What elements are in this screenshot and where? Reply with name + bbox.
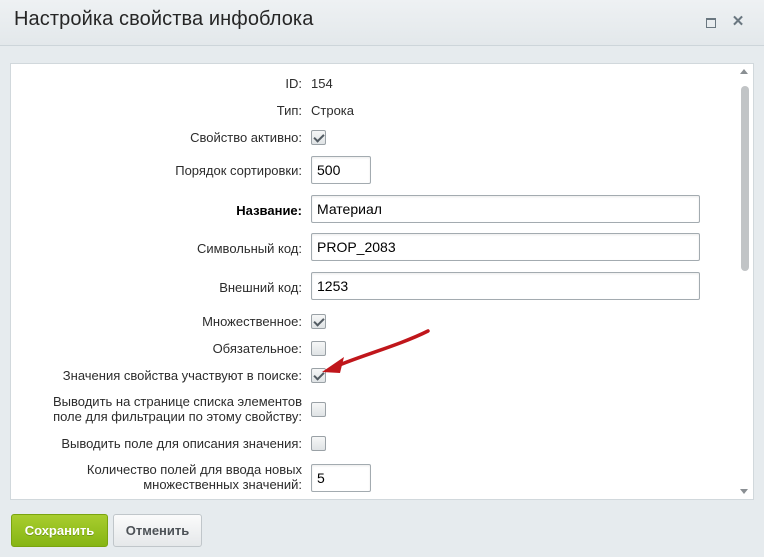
dialog-titlebar: Настройка свойства инфоблока ✕	[0, 0, 764, 46]
multiple-cnt-label-line2: множественных значений:	[143, 477, 302, 492]
close-icon[interactable]: ✕	[730, 14, 746, 30]
id-value: 154	[311, 76, 333, 91]
name-label: Название:	[236, 203, 302, 218]
with-description-checkbox[interactable]	[311, 436, 326, 451]
sort-input[interactable]	[311, 156, 371, 184]
filtrable-checkbox[interactable]	[311, 402, 326, 417]
xml-id-input[interactable]	[311, 272, 700, 300]
multiple-checkbox[interactable]	[311, 314, 326, 329]
with-description-label: Выводить поле для описания значения:	[61, 436, 302, 451]
code-label: Символьный код:	[196, 241, 302, 256]
type-value: Строка	[311, 103, 355, 118]
cancel-button[interactable]: Отменить	[113, 514, 202, 547]
required-label: Обязательное:	[212, 341, 302, 356]
dialog-content: ID: 154 Тип: Строка Свойство активно: По…	[10, 63, 754, 500]
dialog-title: Настройка свойства инфоблока	[14, 8, 314, 30]
scroll-up-arrow-icon[interactable]	[740, 69, 748, 74]
searchable-checkbox[interactable]	[311, 368, 326, 383]
vertical-scrollbar[interactable]	[737, 64, 753, 499]
id-label: ID:	[285, 76, 302, 91]
multiple-cnt-label-line1: Количество полей для ввода новых	[86, 462, 302, 477]
active-checkbox[interactable]	[311, 130, 326, 145]
name-input[interactable]	[311, 195, 700, 223]
xml-id-label: Внешний код:	[219, 280, 302, 295]
scroll-thumb[interactable]	[741, 86, 749, 271]
scroll-down-arrow-icon[interactable]	[740, 489, 748, 494]
filtrable-label-line2: поле для фильтрации по этому свойству:	[53, 409, 302, 424]
searchable-label: Значения свойства участвуют в поиске:	[62, 368, 302, 383]
required-checkbox[interactable]	[311, 341, 326, 356]
maximize-icon[interactable]	[702, 14, 718, 30]
type-label: Тип:	[276, 103, 302, 118]
save-button[interactable]: Сохранить	[11, 514, 108, 547]
active-label: Свойство активно:	[190, 130, 302, 145]
sort-label: Порядок сортировки:	[175, 163, 302, 178]
filtrable-label-line1: Выводить на странице списка элементов	[53, 394, 302, 409]
multiple-label: Множественное:	[202, 314, 302, 329]
code-input[interactable]	[311, 233, 700, 261]
multiple-cnt-input[interactable]	[311, 464, 371, 492]
